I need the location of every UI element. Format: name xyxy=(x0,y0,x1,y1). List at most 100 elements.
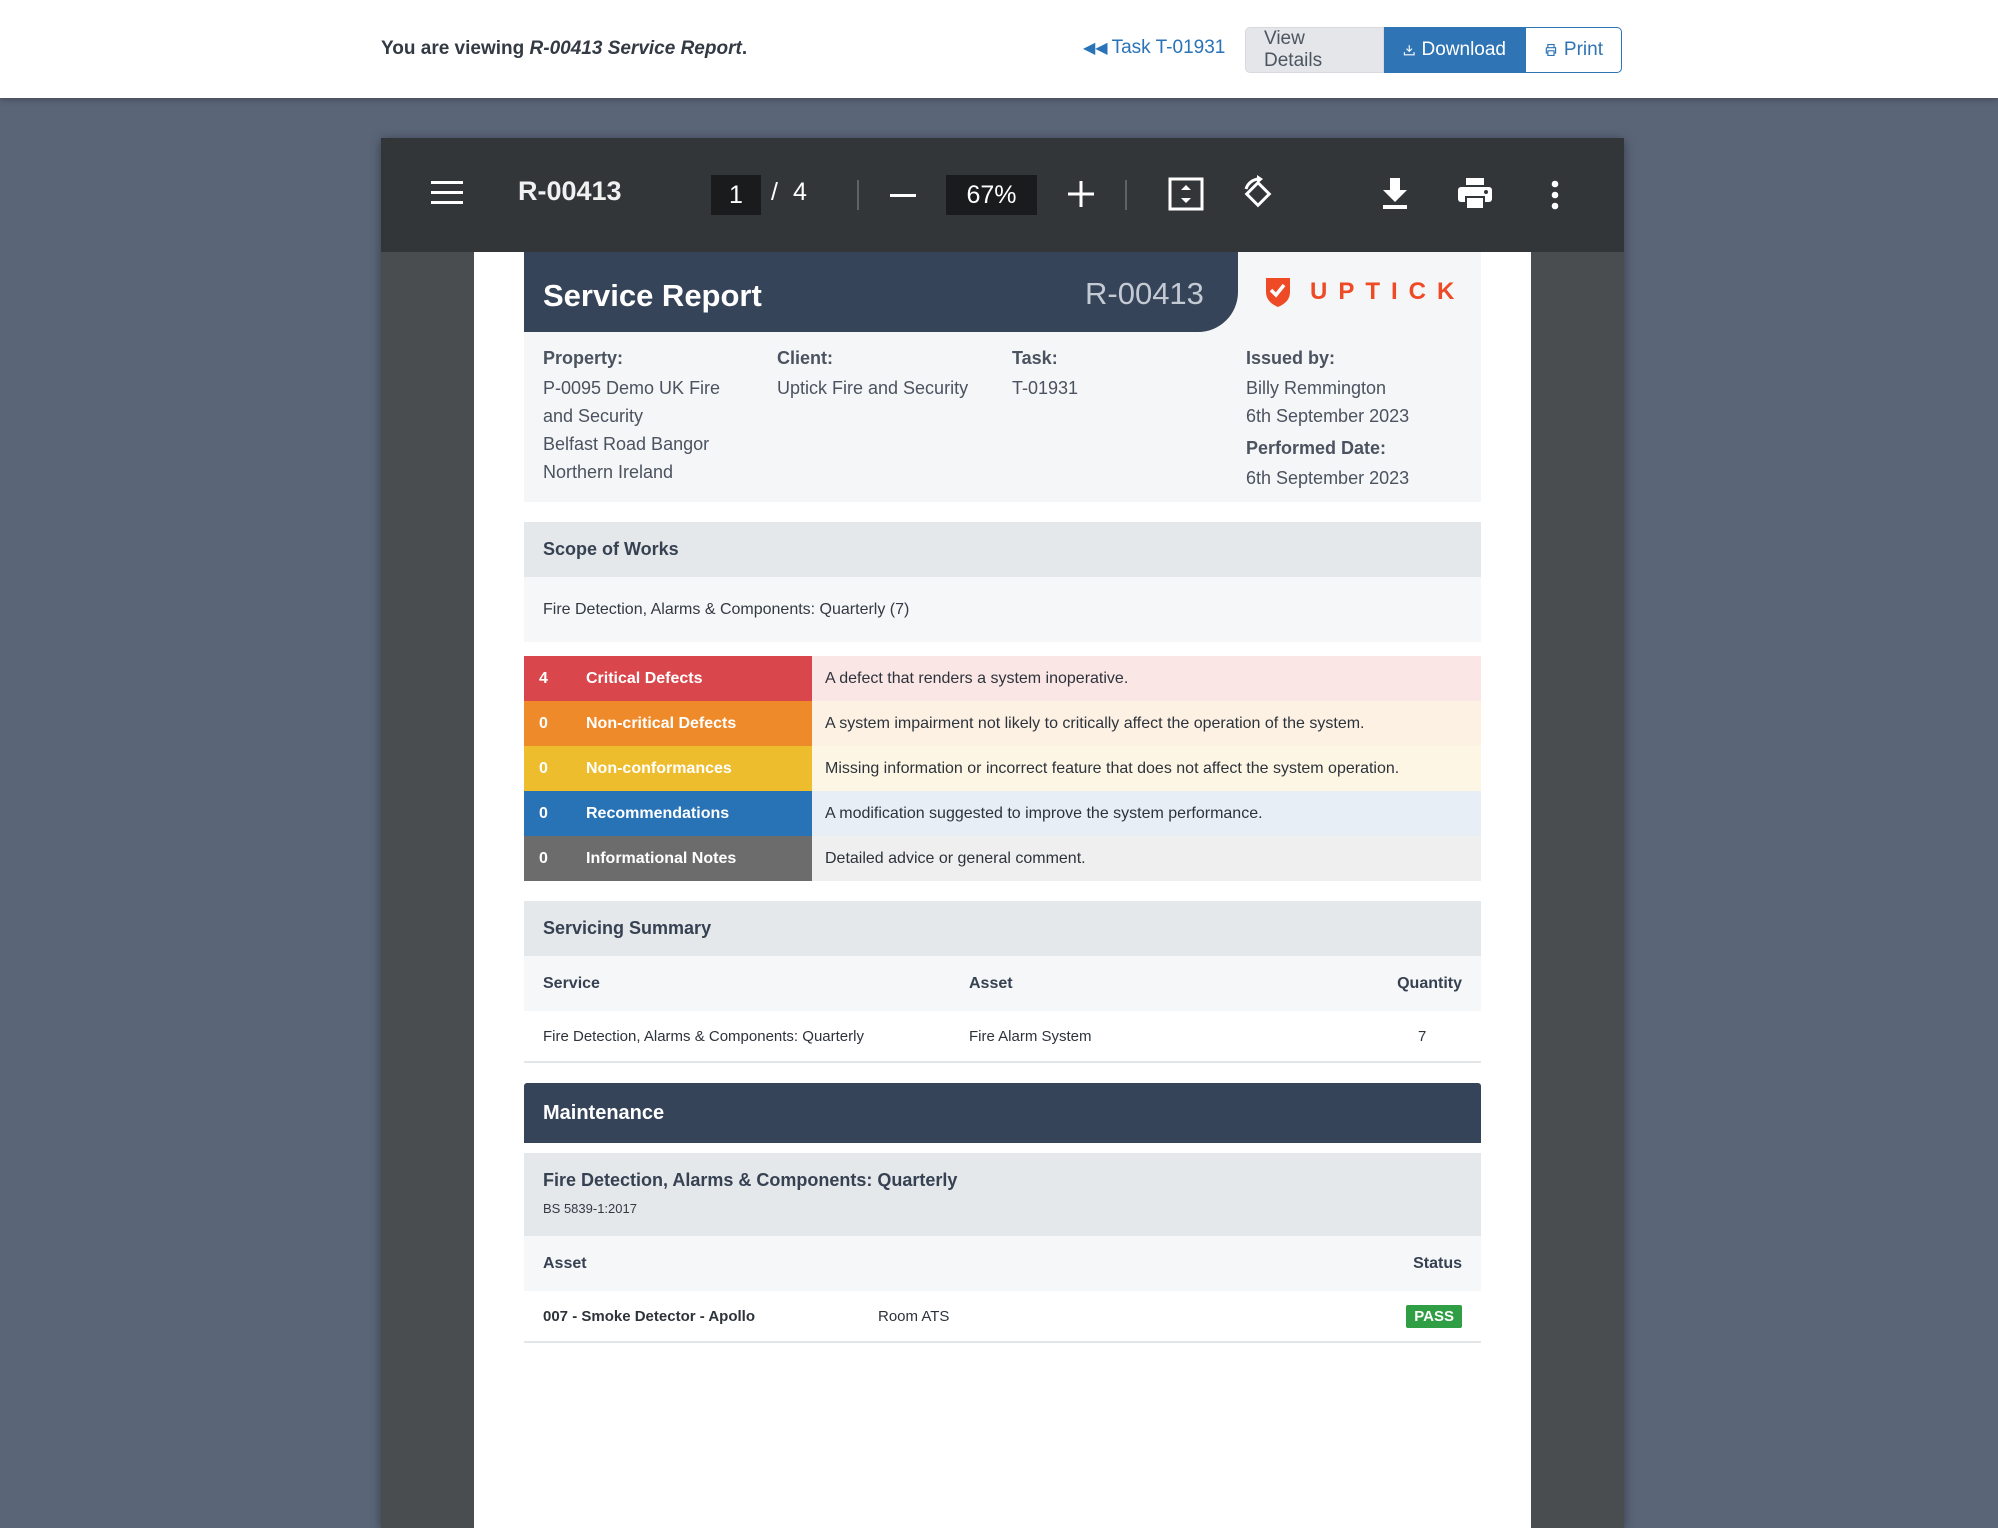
summary-quantity: 7 xyxy=(1418,1027,1427,1045)
task-link-label: Task T-01931 xyxy=(1111,37,1226,58)
severity-description: A defect that renders a system inoperati… xyxy=(812,656,1481,701)
viewing-prefix: You are viewing xyxy=(381,38,530,59)
col-asset: Asset xyxy=(543,1254,587,1272)
severity-row: 0 Non-critical Defects A system impairment… xyxy=(524,701,1481,746)
fit-page-icon[interactable] xyxy=(1168,177,1204,211)
performed-date-label: Performed Date: xyxy=(1246,438,1387,458)
viewing-suffix: . xyxy=(741,38,748,59)
severity-count: 0 xyxy=(539,849,548,867)
status-badge-cell: PASS xyxy=(1406,1291,1462,1341)
download-button[interactable]: Download xyxy=(1384,27,1525,73)
servicing-summary-header: Servicing Summary xyxy=(524,901,1481,956)
severity-label-block: 4 Critical Defects xyxy=(524,656,812,701)
page-separator: / xyxy=(771,178,778,206)
col-quantity: Quantity xyxy=(1397,974,1462,992)
summary-service: Fire Detection, Alarms & Components: Qua… xyxy=(543,1027,864,1045)
scope-of-works-body: Fire Detection, Alarms & Components: Qua… xyxy=(524,577,1481,642)
zoom-level-input[interactable]: 67% xyxy=(946,175,1037,215)
severity-description: A system impairment not likely to critic… xyxy=(812,701,1481,746)
severity-label-block: 0 Recommendations xyxy=(524,791,812,836)
toolbar-divider xyxy=(857,180,859,210)
task-label: Task: xyxy=(1012,348,1058,368)
property-line: Northern Ireland xyxy=(543,462,674,482)
toolbar-divider xyxy=(1125,180,1127,210)
severity-label: Critical Defects xyxy=(586,669,703,687)
maintenance-table-header: Asset Status xyxy=(524,1236,1481,1291)
print-icon[interactable] xyxy=(1458,178,1492,210)
print-button[interactable]: Print xyxy=(1525,27,1622,73)
severity-row: 0 Recommendations A modification suggested… xyxy=(524,791,1481,836)
issued-by-name: Billy Remmington xyxy=(1246,378,1387,398)
table-row: Fire Detection, Alarms & Components: Qua… xyxy=(524,1011,1481,1063)
maintenance-location: Room ATS xyxy=(878,1307,950,1325)
menu-icon[interactable] xyxy=(431,180,463,206)
severity-label-block: 0 Informational Notes xyxy=(524,836,812,881)
severity-description: A modification suggested to improve the … xyxy=(812,791,1481,836)
view-details-label: View Details xyxy=(1264,28,1323,71)
client-value: Uptick Fire and Security xyxy=(777,378,969,398)
client-label: Client: xyxy=(777,348,833,368)
table-row: 007 - Smoke Detector - Apollo Room ATS P… xyxy=(524,1291,1481,1343)
scope-of-works-header: Scope of Works xyxy=(524,522,1481,577)
property-label: Property: xyxy=(543,348,624,368)
uptick-logo-icon xyxy=(1266,278,1290,307)
pdf-page: Service Report R-00413 UPTICK Property: … xyxy=(474,252,1531,1528)
severity-description: Missing information or incorrect feature… xyxy=(812,746,1481,791)
download-icon[interactable] xyxy=(1382,178,1408,210)
task-value: T-01931 xyxy=(1012,378,1079,398)
severity-count: 0 xyxy=(539,804,548,822)
download-label: Download xyxy=(1421,39,1507,60)
property-line: P-0095 Demo UK Fire xyxy=(543,378,721,398)
severity-label: Informational Notes xyxy=(586,849,737,867)
viewer-toolbar: R-00413 1 / 4 67% xyxy=(381,138,1624,252)
severity-label: Non-conformances xyxy=(586,759,732,777)
uptick-logo-text: UPTICK xyxy=(1310,278,1466,305)
viewing-doc-name: R-00413 Service Report xyxy=(529,38,742,59)
download-icon xyxy=(1403,45,1415,56)
page-number-input[interactable]: 1 xyxy=(711,175,761,215)
issued-by-label: Issued by: xyxy=(1246,348,1336,368)
view-details-button[interactable]: View Details xyxy=(1245,27,1384,73)
action-button-group: View Details Download Print xyxy=(1245,27,1622,73)
status-badge: PASS xyxy=(1406,1304,1462,1328)
property-line: and Security xyxy=(543,406,644,426)
maintenance-group-title: Fire Detection, Alarms & Components: Qua… xyxy=(543,1170,958,1190)
summary-asset: Fire Alarm System xyxy=(969,1027,1092,1045)
print-icon xyxy=(1545,44,1557,56)
zoom-in-icon[interactable] xyxy=(1068,181,1094,207)
maintenance-group-standard: BS 5839-1:2017 xyxy=(543,1201,637,1216)
print-label: Print xyxy=(1563,39,1603,60)
col-service: Service xyxy=(543,974,600,992)
report-id: R-00413 xyxy=(1085,276,1204,311)
severity-count: 0 xyxy=(539,759,548,777)
report-title: Service Report xyxy=(543,278,762,313)
property-value: P-0095 Demo UK Fire and Security Belfast… xyxy=(543,374,720,486)
rotate-icon[interactable] xyxy=(1240,175,1276,213)
zoom-out-icon[interactable] xyxy=(890,184,916,206)
viewer-doc-title: R-00413 xyxy=(518,176,622,206)
severity-row: 0 Non-conformances Missing information or … xyxy=(524,746,1481,791)
property-line: Belfast Road Bangor xyxy=(543,434,710,454)
maintenance-group-header: Fire Detection, Alarms & Components: Qua… xyxy=(524,1153,1481,1236)
severity-label-block: 0 Non-conformances xyxy=(524,746,812,791)
page-total: 4 xyxy=(793,178,807,206)
severity-label: Recommendations xyxy=(586,804,730,822)
col-status: Status xyxy=(1413,1254,1462,1272)
uptick-logo: UPTICK xyxy=(1264,276,1465,308)
severity-label: Non-critical Defects xyxy=(586,714,737,732)
maintenance-header: Maintenance xyxy=(524,1083,1481,1143)
pdf-viewer: R-00413 1 / 4 67% Service Report R-00413… xyxy=(381,138,1624,1528)
performed-date-value: 6th September 2023 xyxy=(1246,468,1410,488)
more-options-icon[interactable] xyxy=(1551,180,1559,210)
severity-count: 0 xyxy=(539,714,548,732)
viewing-message: You are viewing R-00413 Service Report. xyxy=(381,38,747,60)
severity-label-block: 0 Non-critical Defects xyxy=(524,701,812,746)
report-title-band: Service Report R-00413 xyxy=(524,252,1238,332)
severity-description: Detailed advice or general comment. xyxy=(812,836,1481,881)
summary-table-header: Service Asset Quantity xyxy=(524,956,1481,1011)
issued-date: 6th September 2023 xyxy=(1246,406,1410,426)
severity-row: 0 Informational Notes Detailed advice or g… xyxy=(524,836,1481,881)
task-back-link[interactable]: ◀◀ Task T-01931 xyxy=(1083,37,1225,59)
issued-by-value: Billy Remmington 6th September 2023 xyxy=(1246,374,1409,430)
backward-icon: ◀◀ xyxy=(1083,40,1108,57)
